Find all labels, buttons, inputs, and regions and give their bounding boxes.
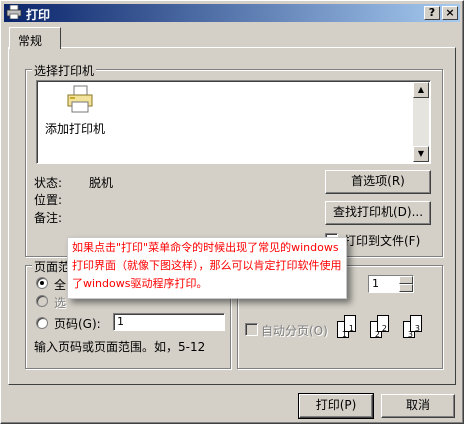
collate-checkbox[interactable]: [245, 323, 258, 336]
location-label: 位置:: [34, 193, 63, 207]
printer-list-scrollbar[interactable]: ▲ ▼: [413, 82, 429, 162]
copies-spinner[interactable]: 1: [368, 275, 414, 293]
preferences-button[interactable]: 首选项(R): [325, 170, 431, 194]
range-selection-label: 选: [54, 296, 67, 310]
window-title: 打印: [26, 8, 51, 22]
status-value: 脱机: [89, 176, 114, 190]
tab-general[interactable]: 常规: [9, 27, 61, 49]
print-to-file-label: 打印到文件(F): [344, 234, 421, 248]
collate-page: 1: [344, 315, 356, 333]
range-all-radio[interactable]: [36, 277, 48, 289]
print-dialog: 打印 ? × 常规 选择打印机 添加打印机 ▲ ▼ 状态: 脱机 位置: 备注:…: [0, 0, 464, 424]
range-all-label: 全: [54, 278, 67, 292]
spin-down-icon[interactable]: [399, 284, 413, 292]
collate-page: 3: [410, 315, 422, 333]
cancel-button[interactable]: 取消: [381, 394, 455, 418]
close-button[interactable]: ×: [442, 6, 458, 20]
printer-list[interactable]: 添加打印机 ▲ ▼: [36, 80, 431, 164]
collate-page: 2: [377, 315, 389, 333]
copies-spin-buttons[interactable]: [399, 276, 413, 292]
comment-label: 备注:: [34, 211, 63, 225]
range-selection-radio[interactable]: [36, 295, 48, 307]
title-bar[interactable]: 打印 ? ×: [4, 4, 460, 22]
range-pages-label: 页码(G):: [54, 317, 101, 331]
copies-value: 1: [372, 277, 379, 290]
spin-up-icon[interactable]: [399, 276, 413, 284]
collate-label: 自动分页(O): [261, 324, 328, 338]
printer-icon: [6, 4, 22, 22]
scroll-down-icon[interactable]: ▼: [413, 146, 429, 162]
printer-item-add[interactable]: 添加打印机: [43, 84, 115, 136]
help-button[interactable]: ?: [424, 6, 440, 20]
tab-general-label: 常规: [18, 34, 43, 48]
printer-add-icon: [65, 84, 95, 117]
printer-item-label: 添加打印机: [45, 122, 106, 136]
find-printer-button[interactable]: 查找打印机(D)...: [325, 201, 431, 225]
pages-input[interactable]: 1: [113, 313, 225, 331]
page-range-hint: 输入页码或页面范围。如，5-12: [34, 340, 206, 354]
range-pages-radio[interactable]: [36, 317, 48, 329]
status-label: 状态:: [34, 176, 63, 190]
page-range-legend: 页面范: [32, 258, 73, 275]
print-button[interactable]: 打印(P): [298, 393, 374, 419]
annotation-callout: 如果点击"打印"菜单命令的时候出现了常见的windows打印界面（就像下图这样）…: [67, 237, 347, 299]
scroll-up-icon[interactable]: ▲: [413, 82, 429, 98]
select-printer-legend: 选择打印机: [32, 62, 97, 79]
